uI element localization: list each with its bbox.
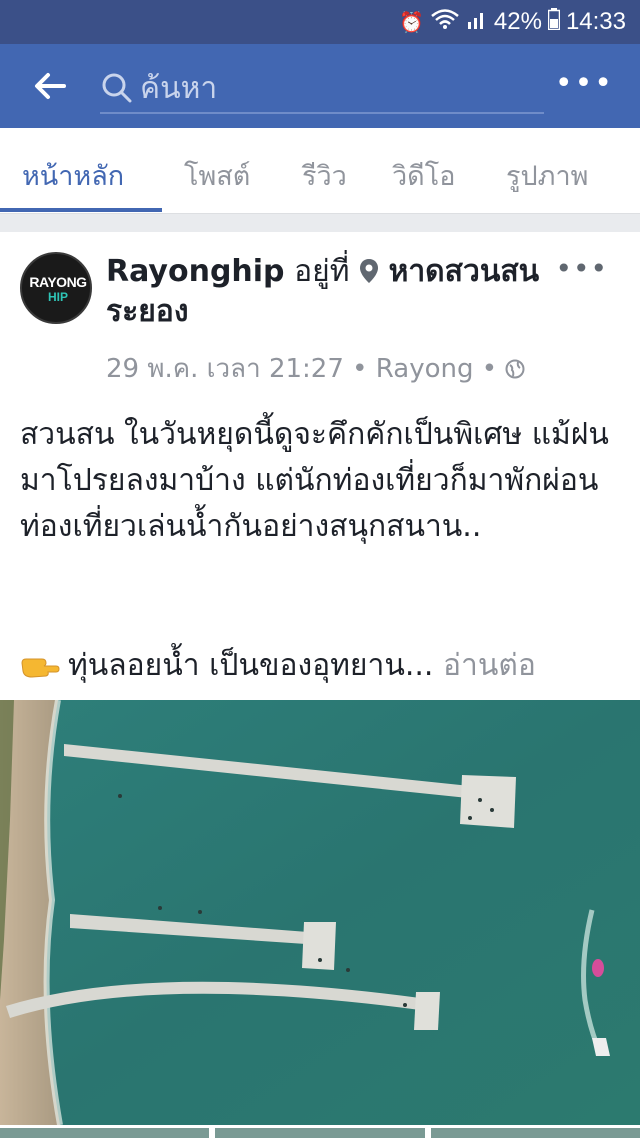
search-input[interactable] [140, 70, 520, 106]
app-bar: ••• [0, 44, 640, 128]
author-name[interactable]: Rayonghip [106, 254, 285, 289]
post-meta: 29 พ.ค. เวลา 21:27 • Rayong • [106, 348, 525, 389]
tab-posts[interactable]: โพสต์ [184, 154, 250, 197]
clock: 14:33 [565, 8, 626, 35]
page-tabs: หน้าหลัก โพสต์ รีวิว วิดีโอ รูปภาพ [0, 128, 640, 214]
post-body: สวนสน ในวันหยุดนี้ดูจะคึกคักเป็นพิเศษ แม… [20, 417, 609, 544]
post-header: Rayonghip อยู่ที่ หาดสวนสนระยอง [106, 252, 566, 332]
at-label: อยู่ที่ [294, 254, 350, 289]
active-tab-indicator [0, 208, 162, 212]
tab-photos[interactable]: รูปภาพ [506, 154, 588, 197]
location-pin-icon [360, 259, 379, 283]
avatar[interactable]: RAYONG HIP [20, 252, 92, 324]
avatar-logo-subtext: HIP [47, 290, 68, 304]
meta-separator: • [481, 354, 506, 384]
tab-videos[interactable]: วิดีโอ [392, 154, 455, 197]
more-dots-icon[interactable]: ••• [555, 66, 614, 101]
meta-separator: • [352, 354, 376, 384]
post-location[interactable]: Rayong [376, 354, 474, 384]
section-divider [0, 214, 640, 232]
post-photo[interactable] [0, 700, 640, 1125]
thumbnail[interactable] [0, 1128, 210, 1138]
tab-reviews[interactable]: รีวิว [302, 154, 347, 197]
aerial-beach-piers-image [0, 700, 640, 1125]
post-preview: ทุ่นลอยน้ำ เป็นของอุทยาน... อ่านต่อ [20, 642, 625, 689]
battery-icon [547, 8, 561, 36]
tab-home[interactable]: หน้าหลัก [22, 154, 124, 197]
signal-icon [466, 8, 488, 36]
thumbnail[interactable] [215, 1128, 425, 1138]
back-button[interactable] [0, 44, 100, 128]
pointing-hand-icon [21, 658, 60, 678]
back-arrow-icon [35, 73, 66, 99]
status-bar: ⏰ 42% 14:33 [0, 0, 640, 44]
wifi-icon [430, 8, 460, 36]
preview-text: ทุ่นลอยน้ำ เป็นของอุทยาน... [68, 648, 434, 683]
post-options-icon[interactable]: ••• [555, 252, 608, 285]
avatar-logo-text: RAYONG [29, 274, 87, 290]
battery-percent: 42% [493, 8, 542, 35]
alarm-icon: ⏰ [398, 11, 424, 34]
search-icon [102, 73, 132, 103]
search-bar[interactable] [100, 64, 544, 114]
post-date[interactable]: 29 พ.ค. เวลา 21:27 [106, 354, 344, 384]
read-more-link[interactable]: อ่านต่อ [443, 648, 536, 683]
next-photos-strip [0, 1128, 640, 1138]
globe-icon [505, 359, 525, 379]
thumbnail[interactable] [430, 1128, 640, 1138]
